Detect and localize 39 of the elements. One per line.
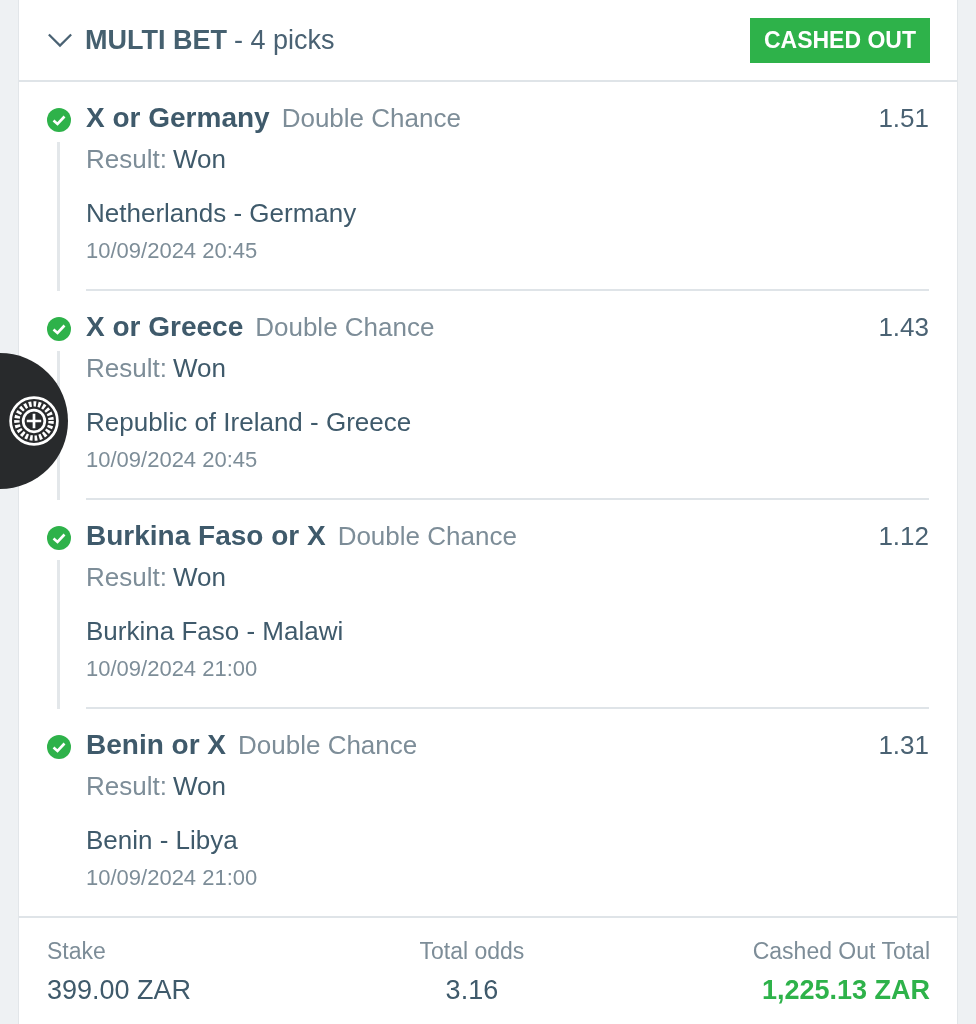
summary-label: Stake (47, 938, 107, 965)
market-name: Double Chance (281, 103, 461, 134)
pick-count: - 4 picks (234, 24, 335, 56)
result-value: Won (172, 562, 226, 592)
selection-name: X or Germany (86, 102, 270, 134)
match-datetime: 10/09/2024 21:00 (86, 865, 259, 891)
roulette-wheel-icon (7, 394, 61, 448)
odds-value: 1.51 (878, 103, 929, 134)
market-name: Double Chance (255, 312, 435, 343)
result-value: Won (172, 353, 226, 383)
market-name: Double Chance (238, 730, 418, 761)
status-badge: CASHED OUT (749, 17, 930, 63)
result-value: Won (172, 144, 226, 174)
odds-value: 1.12 (878, 521, 929, 552)
summary-label: Cashed Out Total (752, 938, 930, 965)
summary-value: 1,225.13 ZAR (761, 975, 930, 1006)
summary-value: 399.00 ZAR (47, 975, 192, 1006)
odds-value: 1.31 (878, 730, 929, 761)
result-label: Result: (86, 144, 167, 174)
match-datetime: 10/09/2024 20:45 (86, 238, 259, 264)
odds-value: 1.43 (878, 312, 929, 343)
selection-name: Benin or X (86, 729, 226, 761)
match-name: Netherlands - Germany (86, 198, 358, 230)
match-datetime: 10/09/2024 21:00 (86, 656, 259, 682)
summary-value: 3.16 (445, 975, 499, 1006)
result-value: Won (172, 771, 226, 801)
match-name: Benin - Libya (86, 825, 239, 857)
match-name: Burkina Faso - Malawi (86, 616, 345, 648)
result-label: Result: (86, 562, 167, 592)
market-name: Double Chance (337, 521, 517, 552)
selection-name: X or Greece (86, 311, 244, 343)
match-datetime: 10/09/2024 20:45 (86, 447, 259, 473)
result-label: Result: (86, 353, 167, 383)
bet-title: MULTI BET (85, 24, 227, 56)
chevron-icon[interactable] (47, 32, 73, 48)
selection-name: Burkina Faso or X (86, 520, 326, 552)
result-label: Result: (86, 771, 167, 801)
match-name: Republic of Ireland - Greece (86, 407, 413, 439)
summary-label: Total odds (419, 938, 525, 965)
